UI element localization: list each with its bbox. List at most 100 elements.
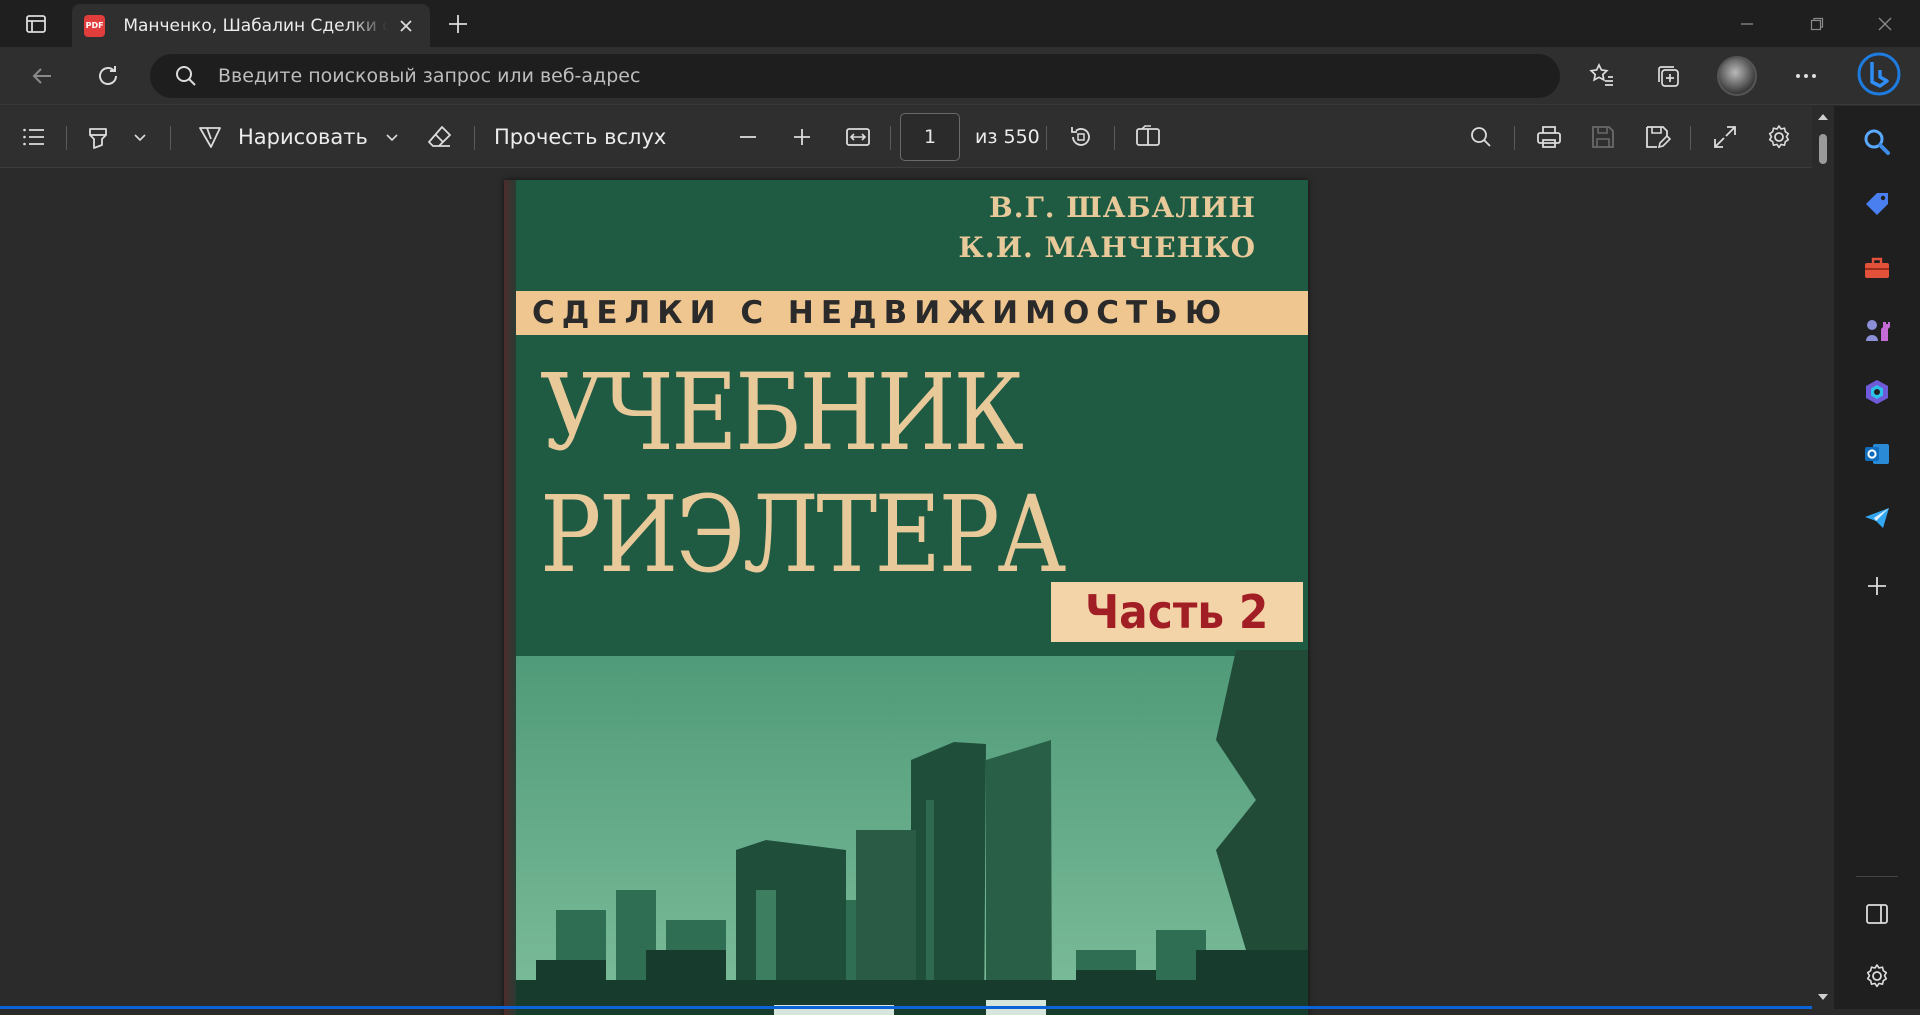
toolbar-divider xyxy=(1514,126,1515,150)
copilot-button[interactable] xyxy=(1856,51,1902,97)
draw-options-dropdown[interactable] xyxy=(380,118,404,156)
toolbar-divider xyxy=(1114,126,1115,150)
close-icon xyxy=(400,19,413,32)
highlight-options-dropdown[interactable] xyxy=(128,118,152,156)
back-button[interactable] xyxy=(22,56,62,96)
city-skyline-image xyxy=(516,650,1308,1015)
pdf-viewer[interactable]: В.Г. ШАБАЛИН К.И. МАНЧЕНКО СДЕЛКИ С НЕДВ… xyxy=(0,168,1812,1015)
save-disk-icon xyxy=(1592,126,1614,148)
address-input[interactable] xyxy=(218,65,1518,87)
scrollbar-thumb[interactable] xyxy=(1819,134,1827,164)
draw-button[interactable]: Нарисовать xyxy=(196,118,370,156)
scroll-down-icon xyxy=(1818,994,1828,1000)
save-button[interactable] xyxy=(1584,118,1622,156)
sidebar-outlook-button[interactable] xyxy=(1857,434,1897,474)
microsoft365-icon xyxy=(1866,380,1888,404)
pdf-file-icon: PDF xyxy=(84,14,106,37)
series-band: СДЕЛКИ С НЕДВИЖИМОСТЬЮ xyxy=(516,291,1308,335)
more-dots-icon xyxy=(1796,74,1816,78)
collections-icon xyxy=(1658,66,1679,87)
sidebar-search-button[interactable] xyxy=(1857,122,1897,162)
save-as-button[interactable] xyxy=(1638,118,1676,156)
plus-icon xyxy=(794,129,810,145)
favorites-button[interactable] xyxy=(1582,56,1622,96)
page-count: из 550 xyxy=(975,126,1040,148)
vertical-scrollbar[interactable] xyxy=(1812,106,1834,1009)
toolbar-divider xyxy=(474,126,475,150)
sidebar-settings-button[interactable] xyxy=(1857,956,1897,996)
refresh-button[interactable] xyxy=(88,56,128,96)
highlighter-icon xyxy=(89,128,107,149)
highlight-button[interactable] xyxy=(80,118,116,156)
page-view-button[interactable] xyxy=(1128,118,1168,156)
part-label: Часть 2 xyxy=(1085,585,1269,639)
scroll-up-icon xyxy=(1818,114,1828,120)
series-title: СДЕЛКИ С НЕДВИЖИМОСТЬЮ xyxy=(532,295,1229,331)
back-arrow-icon xyxy=(32,68,51,84)
active-tab[interactable]: PDF Манченко, Шабалин Сделки с недвижимо… xyxy=(72,4,430,47)
eraser-icon xyxy=(428,126,451,147)
zoom-out-button[interactable] xyxy=(730,118,766,156)
chevron-down-icon xyxy=(386,134,398,142)
collections-button[interactable] xyxy=(1648,56,1688,96)
two-page-view-icon xyxy=(1136,125,1160,146)
toolbar-divider xyxy=(890,126,891,150)
chevron-down-icon xyxy=(134,134,146,142)
find-button[interactable] xyxy=(1462,118,1500,156)
book-title: УЧЕБНИК РИЭЛТЕРА xyxy=(540,352,1066,596)
outlook-icon xyxy=(1865,444,1889,464)
printer-icon xyxy=(1537,126,1561,148)
search-icon xyxy=(176,66,196,86)
restore-button[interactable] xyxy=(1782,0,1852,47)
contents-button[interactable] xyxy=(16,118,52,156)
current-page: 1 xyxy=(923,126,937,148)
pdf-toolbar: Нарисовать Прочесть вслух 1 из 550 xyxy=(0,106,1812,168)
profile-avatar[interactable] xyxy=(1717,56,1757,96)
address-bar[interactable] xyxy=(150,54,1560,98)
erase-button[interactable] xyxy=(422,118,458,156)
book-spine xyxy=(504,180,516,1015)
sidebar-shopping-button[interactable] xyxy=(1857,184,1897,224)
page-number-input[interactable]: 1 xyxy=(900,113,960,161)
plus-icon xyxy=(1868,577,1886,595)
shopping-tag-icon xyxy=(1866,193,1888,215)
expand-icon xyxy=(1714,126,1736,148)
sidebar-telegram-button[interactable] xyxy=(1857,498,1897,538)
rotate-icon xyxy=(1071,127,1090,146)
new-tab-button[interactable] xyxy=(440,8,476,40)
rotate-button[interactable] xyxy=(1062,118,1100,156)
tab-actions-button[interactable] xyxy=(14,8,58,40)
sidebar-microsoft365-button[interactable] xyxy=(1857,372,1897,412)
read-aloud-label: Прочесть вслух xyxy=(494,125,667,149)
search-icon xyxy=(1471,127,1491,147)
refresh-icon xyxy=(99,66,117,85)
search-icon xyxy=(1864,129,1890,155)
pen-draw-icon xyxy=(199,127,221,148)
print-button[interactable] xyxy=(1530,118,1568,156)
sidebar-panel-icon xyxy=(1866,904,1888,924)
settings-more-button[interactable] xyxy=(1786,56,1826,96)
bing-copilot-icon xyxy=(1857,52,1901,96)
sidebar-games-button[interactable] xyxy=(1857,310,1897,350)
pdf-page: В.Г. ШАБАЛИН К.И. МАНЧЕНКО СДЕЛКИ С НЕДВ… xyxy=(504,180,1308,1015)
sidebar-add-button[interactable] xyxy=(1857,566,1897,606)
toolbar-divider xyxy=(170,126,171,150)
draw-label: Нарисовать xyxy=(238,125,368,149)
minimize-icon xyxy=(1741,22,1753,25)
sidebar-hide-button[interactable] xyxy=(1857,894,1897,934)
part-label-box: Часть 2 xyxy=(1051,582,1303,642)
minus-icon xyxy=(740,136,756,138)
minimize-button[interactable] xyxy=(1712,0,1782,47)
fullscreen-button[interactable] xyxy=(1706,118,1744,156)
read-aloud-button[interactable]: Прочесть вслух xyxy=(494,118,667,156)
sidebar-tools-button[interactable] xyxy=(1857,248,1897,288)
pdf-settings-button[interactable] xyxy=(1760,118,1798,156)
send-paper-plane-icon xyxy=(1865,508,1889,528)
window-close-button[interactable] xyxy=(1850,0,1920,47)
tab-close-button[interactable] xyxy=(395,14,418,38)
toolbar-divider xyxy=(66,126,67,150)
zoom-in-button[interactable] xyxy=(784,118,820,156)
toolbox-icon xyxy=(1865,257,1889,278)
fit-to-width-button[interactable] xyxy=(838,118,878,156)
toolbar-divider xyxy=(1046,126,1047,150)
